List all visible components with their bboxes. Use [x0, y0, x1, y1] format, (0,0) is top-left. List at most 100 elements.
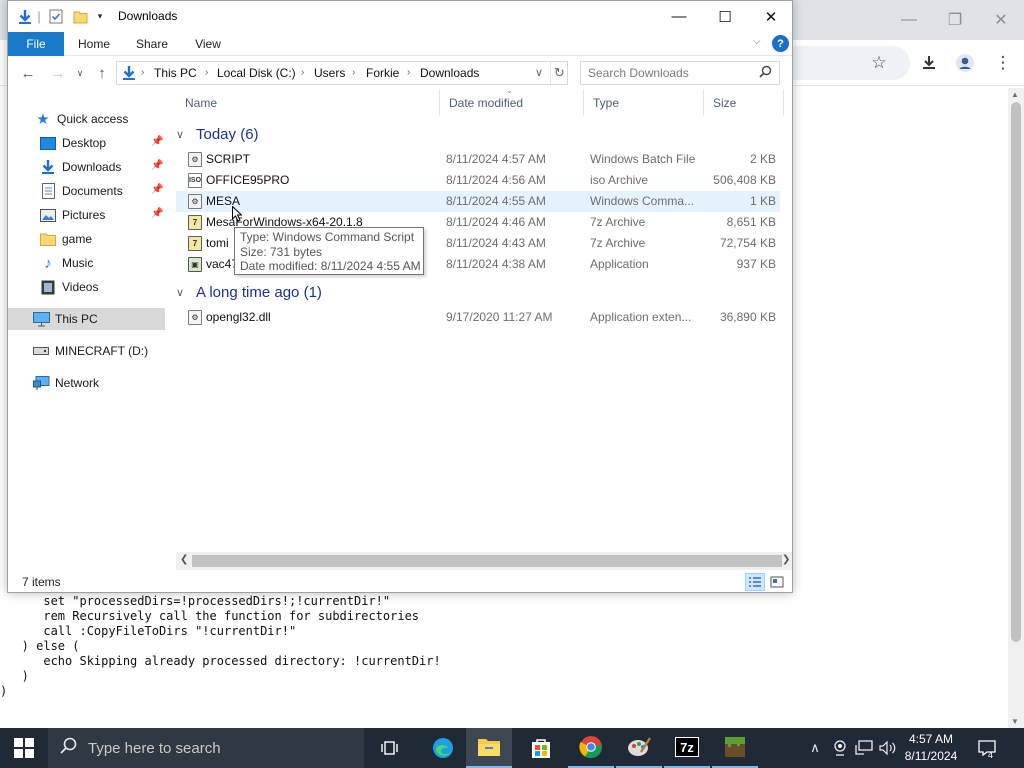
tab-view[interactable]: View [184, 32, 232, 56]
taskbar-clock[interactable]: 4:57 AM 8/11/2024 [896, 731, 966, 765]
nav-item-downloads[interactable]: Downloads 📌 [8, 156, 165, 178]
taskbar-search-box[interactable]: Type here to search [48, 728, 364, 768]
scroll-left-icon[interactable]: ❮ [180, 554, 188, 565]
webcam-icon[interactable] [830, 728, 850, 768]
nav-item-documents[interactable]: Documents 📌 [8, 180, 165, 202]
breadcrumb-separator-icon[interactable]: › [407, 62, 410, 84]
file-size: 937 KB [736, 257, 776, 271]
collapse-chevron-icon[interactable]: ∨ [176, 128, 190, 141]
code-line: ) [0, 669, 29, 683]
search-box[interactable] [580, 61, 780, 85]
file-row-opengl32[interactable]: ⚙ opengl32.dll 9/17/2020 11:27 AM Applic… [176, 307, 780, 328]
pin-icon[interactable]: 📌 [151, 184, 163, 195]
group-header-long-time-ago[interactable]: ∨ A long time ago (1) [176, 282, 322, 302]
breadcrumb-separator-icon[interactable]: › [352, 62, 355, 84]
nav-item-game[interactable]: game [8, 228, 165, 250]
file-row-mesa[interactable]: ⚙ MESA 8/11/2024 4:55 AM Windows Comma..… [176, 191, 780, 212]
large-icons-view-icon[interactable] [767, 573, 787, 591]
breadcrumb-forkie[interactable]: Forkie [366, 62, 399, 84]
show-hidden-icons-chevron-icon[interactable]: ∧ [804, 728, 826, 768]
details-view-icon[interactable] [745, 573, 765, 591]
properties-check-icon[interactable] [48, 8, 64, 25]
nav-item-quick-access[interactable]: ★ Quick access [8, 108, 165, 130]
nav-item-this-pc[interactable]: This PC [8, 308, 165, 330]
store-icon[interactable] [518, 728, 564, 768]
edge-icon[interactable] [420, 728, 466, 768]
nav-item-pictures[interactable]: Pictures 📌 [8, 204, 165, 226]
maximize-button[interactable]: ☐ [702, 1, 748, 32]
pin-icon[interactable]: 📌 [151, 136, 163, 147]
horizontal-scroll-thumb[interactable] [192, 555, 782, 567]
recent-locations-chevron-icon[interactable]: ∨ [70, 64, 90, 82]
address-bar[interactable]: › This PC › Local Disk (C:) › Users › Fo… [116, 61, 568, 85]
help-icon[interactable]: ? [772, 35, 789, 52]
browser-close-button[interactable]: ✕ [978, 0, 1024, 40]
nav-item-desktop[interactable]: Desktop 📌 [8, 132, 165, 154]
profile-avatar-icon[interactable] [952, 50, 978, 76]
scroll-thumb[interactable] [1011, 102, 1021, 642]
paint-icon[interactable] [616, 728, 662, 768]
browser-restore-button[interactable]: ❐ [932, 0, 978, 40]
bookmark-star-icon[interactable]: ☆ [866, 50, 892, 76]
address-history-chevron-icon[interactable]: ∨ [535, 62, 543, 84]
up-arrow-icon[interactable]: ↑ [92, 64, 112, 82]
nav-item-music[interactable]: ♪ Music [8, 252, 165, 274]
file-type: Application [590, 257, 649, 271]
browser-minimize-button[interactable]: — [886, 0, 932, 40]
breadcrumb-users[interactable]: Users [314, 62, 345, 84]
new-folder-icon[interactable] [72, 8, 88, 25]
refresh-icon[interactable]: ↻ [550, 62, 565, 84]
quick-access-dropdown-icon[interactable]: ▾ [94, 8, 106, 25]
network-status-icon[interactable] [853, 728, 875, 768]
nav-item-minecraft-drive[interactable]: MINECRAFT (D:) [8, 340, 165, 362]
scroll-up-icon[interactable]: ▲ [1011, 90, 1019, 99]
column-name[interactable]: Name [176, 90, 440, 116]
back-arrow-icon[interactable]: ← [18, 64, 38, 82]
column-type[interactable]: Type [584, 90, 704, 116]
search-input[interactable] [588, 65, 748, 81]
tab-file[interactable]: File [8, 32, 64, 56]
task-view-icon[interactable] [368, 728, 414, 768]
nav-item-label: Quick access [57, 112, 129, 126]
start-button[interactable] [0, 728, 48, 768]
scroll-right-icon[interactable]: ❯ [782, 554, 790, 565]
nav-item-network[interactable]: Network [8, 372, 165, 394]
minecraft-icon[interactable] [712, 728, 758, 768]
forward-arrow-icon[interactable]: → [48, 64, 68, 82]
group-header-today[interactable]: ∨ Today (6) [176, 124, 259, 144]
breadcrumb-separator-icon[interactable]: › [205, 62, 208, 84]
browser-vertical-scrollbar[interactable]: ▲ ▼ [1008, 88, 1024, 728]
column-date-modified[interactable]: Date modified [440, 90, 584, 116]
file-explorer-icon[interactable] [466, 728, 512, 768]
pin-icon[interactable]: 📌 [151, 208, 163, 219]
collapse-chevron-icon[interactable]: ∨ [176, 286, 190, 299]
breadcrumb-separator-icon[interactable]: › [141, 62, 144, 84]
downloads-icon[interactable] [916, 50, 942, 76]
minimize-button[interactable]: — [656, 1, 702, 32]
browser-menu-icon[interactable]: ⋮ [990, 50, 1016, 76]
column-size[interactable]: Size [704, 90, 784, 116]
tab-home[interactable]: Home [70, 32, 118, 56]
pin-icon[interactable]: 📌 [151, 160, 163, 171]
item-count: 7 items [22, 575, 61, 589]
7zip-icon[interactable]: 7z [664, 728, 710, 768]
file-explorer-window: | ▾ Downloads — ☐ ✕ File Home Share View… [7, 0, 793, 593]
breadcrumb-this-pc[interactable]: This PC [154, 62, 197, 84]
expand-ribbon-chevron-icon[interactable]: ⌵ [753, 36, 761, 47]
document-icon [39, 183, 57, 199]
notification-center-icon[interactable]: 4 [972, 728, 1002, 768]
breadcrumb-separator-icon[interactable]: › [301, 62, 304, 84]
close-button[interactable]: ✕ [748, 1, 792, 32]
breadcrumb-local-disk[interactable]: Local Disk (C:) [217, 62, 296, 84]
horizontal-scrollbar[interactable]: ❮ ❯ [176, 552, 792, 570]
nav-item-videos[interactable]: Videos [8, 276, 165, 298]
7z-archive-icon: 7 [188, 236, 202, 251]
file-row-office95pro[interactable]: ISO OFFICE95PRO 8/11/2024 4:56 AM iso Ar… [176, 170, 780, 191]
search-icon[interactable] [759, 65, 772, 81]
file-row-script[interactable]: ⚙ SCRIPT 8/11/2024 4:57 AM Windows Batch… [176, 149, 780, 170]
breadcrumb-downloads[interactable]: Downloads [420, 62, 479, 84]
scroll-down-icon[interactable]: ▼ [1011, 717, 1019, 726]
chrome-icon[interactable] [568, 728, 614, 768]
status-bar: 7 items [8, 570, 792, 592]
tab-share[interactable]: Share [128, 32, 176, 56]
